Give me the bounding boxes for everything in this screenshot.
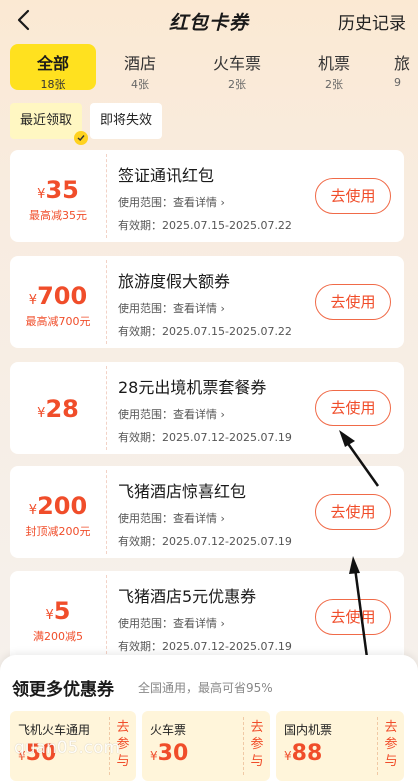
coupon-title: 28元出境机票套餐券 bbox=[118, 378, 267, 397]
promo-card-name: 国内机票 bbox=[284, 723, 333, 737]
coupon-title: 飞猪酒店惊喜红包 bbox=[118, 482, 247, 501]
filter-label: 即将失效 bbox=[100, 113, 153, 128]
coupon-divider bbox=[106, 470, 107, 554]
tab-count: 18张 bbox=[40, 78, 66, 91]
promo-card-train[interactable]: 火车票 ¥30 去参与 bbox=[142, 711, 270, 781]
promo-card-amount: ¥88 bbox=[284, 741, 323, 766]
category-tabs: 全部 18张 酒店 4张 火车票 2张 机票 2张 旅 9 bbox=[0, 44, 418, 92]
coupon-validity: 有效期：2025.07.15-2025.07.22 bbox=[118, 219, 292, 232]
coupon-card: ¥700 最高减700元 旅游度假大额券 使用范围：查看详情 › 有效期：202… bbox=[10, 256, 404, 348]
coupon-scope-link[interactable]: 使用范围：查看详情 › bbox=[118, 510, 225, 526]
chevron-right-icon: › bbox=[217, 302, 225, 315]
coupon-title: 旅游度假大额券 bbox=[118, 272, 231, 291]
coupon-title: 飞猪酒店5元优惠券 bbox=[118, 587, 257, 606]
promo-card-divider bbox=[377, 717, 378, 775]
coupon-amount: ¥35 bbox=[37, 176, 79, 204]
use-coupon-button[interactable]: 去使用 bbox=[315, 284, 391, 320]
coupon-scope-link[interactable]: 使用范围：查看详情 › bbox=[118, 406, 225, 422]
coupon-scope-link[interactable]: 使用范围：查看详情 › bbox=[118, 194, 225, 210]
chevron-right-icon: › bbox=[217, 617, 225, 630]
tab-hotel[interactable]: 酒店 4张 bbox=[97, 44, 183, 91]
coupon-validity: 有效期：2025.07.15-2025.07.22 bbox=[118, 325, 292, 338]
chevron-right-icon: › bbox=[217, 196, 225, 209]
tab-label: 酒店 bbox=[123, 54, 156, 73]
coupon-amount: ¥28 bbox=[37, 395, 79, 423]
coupon-value-block: ¥28 bbox=[10, 362, 106, 454]
chevron-right-icon: › bbox=[217, 512, 225, 525]
use-coupon-button[interactable]: 去使用 bbox=[315, 390, 391, 426]
coupon-validity: 有效期：2025.07.12-2025.07.19 bbox=[118, 431, 292, 444]
coupon-divider bbox=[106, 366, 107, 450]
coupon-title: 签证通讯红包 bbox=[118, 166, 215, 185]
coupon-value-block: ¥200 封顶减200元 bbox=[10, 466, 106, 558]
coupon-divider bbox=[106, 260, 107, 344]
check-icon bbox=[74, 131, 89, 145]
tab-travel[interactable]: 旅 9 bbox=[394, 44, 418, 90]
more-coupons-panel: 领更多优惠券 全国通用，最高可省95% 飞机火车通用 ¥50 去参与 火车票 ¥… bbox=[0, 655, 418, 783]
coupon-card: ¥28 28元出境机票套餐券 使用范围：查看详情 › 有效期：2025.07.1… bbox=[10, 362, 404, 454]
tab-all[interactable]: 全部 18张 bbox=[10, 44, 96, 91]
more-coupons-title: 领更多优惠券 bbox=[12, 680, 114, 700]
tab-label: 全部 bbox=[36, 54, 69, 73]
coupon-card: ¥200 封顶减200元 飞猪酒店惊喜红包 使用范围：查看详情 › 有效期：20… bbox=[10, 466, 404, 558]
promo-card-domestic-flight[interactable]: 国内机票 ¥88 去参与 bbox=[276, 711, 404, 781]
tab-label: 火车票 bbox=[212, 54, 261, 73]
filter-label: 最近领取 bbox=[20, 113, 73, 128]
promo-card-name: 飞机火车通用 bbox=[18, 723, 91, 737]
tab-count: 4张 bbox=[131, 78, 149, 91]
tab-label: 机票 bbox=[317, 54, 350, 73]
coupon-amount: ¥700 bbox=[28, 282, 88, 310]
tab-label: 旅 bbox=[394, 54, 411, 73]
coupon-amount: ¥5 bbox=[45, 597, 71, 625]
coupon-validity: 有效期：2025.07.12-2025.07.19 bbox=[118, 535, 292, 548]
coupon-card: ¥35 最高减35元 签证通讯红包 使用范围：查看详情 › 有效期：2025.0… bbox=[10, 150, 404, 242]
coupon-card: ¥5 满200减5 飞猪酒店5元优惠券 使用范围：查看详情 › 有效期：2025… bbox=[10, 571, 404, 663]
coupon-value-block: ¥700 最高减700元 bbox=[10, 256, 106, 348]
join-button[interactable]: 去参与 bbox=[250, 719, 264, 770]
coupon-amount: ¥200 bbox=[28, 492, 88, 520]
use-coupon-button[interactable]: 去使用 bbox=[315, 599, 391, 635]
header: 红包卡券 历史记录 bbox=[0, 0, 418, 40]
coupon-scope-link[interactable]: 使用范围：查看详情 › bbox=[118, 615, 225, 631]
promo-card-name: 火车票 bbox=[150, 723, 187, 737]
promo-card-amount: ¥30 bbox=[150, 741, 189, 766]
watermark: quan05.com bbox=[14, 738, 121, 758]
coupon-scope-link[interactable]: 使用范围：查看详情 › bbox=[118, 300, 225, 316]
tab-flight-ticket[interactable]: 机票 2张 bbox=[291, 44, 377, 91]
coupon-value-block: ¥5 满200减5 bbox=[10, 571, 106, 663]
tab-count: 9 bbox=[394, 76, 401, 89]
coupon-limit: 最高减700元 bbox=[25, 315, 91, 328]
use-coupon-button[interactable]: 去使用 bbox=[315, 494, 391, 530]
filter-recently-received[interactable]: 最近领取 bbox=[10, 103, 89, 145]
coupon-value-block: ¥35 最高减35元 bbox=[10, 150, 106, 242]
coupon-validity: 有效期：2025.07.12-2025.07.19 bbox=[118, 640, 292, 653]
coupon-limit: 最高减35元 bbox=[29, 209, 87, 222]
filter-expiring-soon[interactable]: 即将失效 bbox=[90, 103, 163, 139]
more-coupons-subtitle: 全国通用，最高可省95% bbox=[138, 681, 273, 695]
coupon-limit: 满200减5 bbox=[33, 630, 83, 643]
chevron-right-icon: › bbox=[217, 408, 225, 421]
tab-count: 2张 bbox=[228, 78, 246, 91]
tab-train-ticket[interactable]: 火车票 2张 bbox=[194, 44, 280, 91]
promo-card-divider bbox=[243, 717, 244, 775]
coupon-divider bbox=[106, 154, 107, 238]
coupon-limit: 封顶减200元 bbox=[25, 525, 91, 538]
tab-count: 2张 bbox=[325, 78, 343, 91]
use-coupon-button[interactable]: 去使用 bbox=[315, 178, 391, 214]
join-button[interactable]: 去参与 bbox=[384, 719, 398, 770]
history-records-link[interactable]: 历史记录 bbox=[338, 9, 406, 34]
coupon-divider bbox=[106, 575, 107, 659]
